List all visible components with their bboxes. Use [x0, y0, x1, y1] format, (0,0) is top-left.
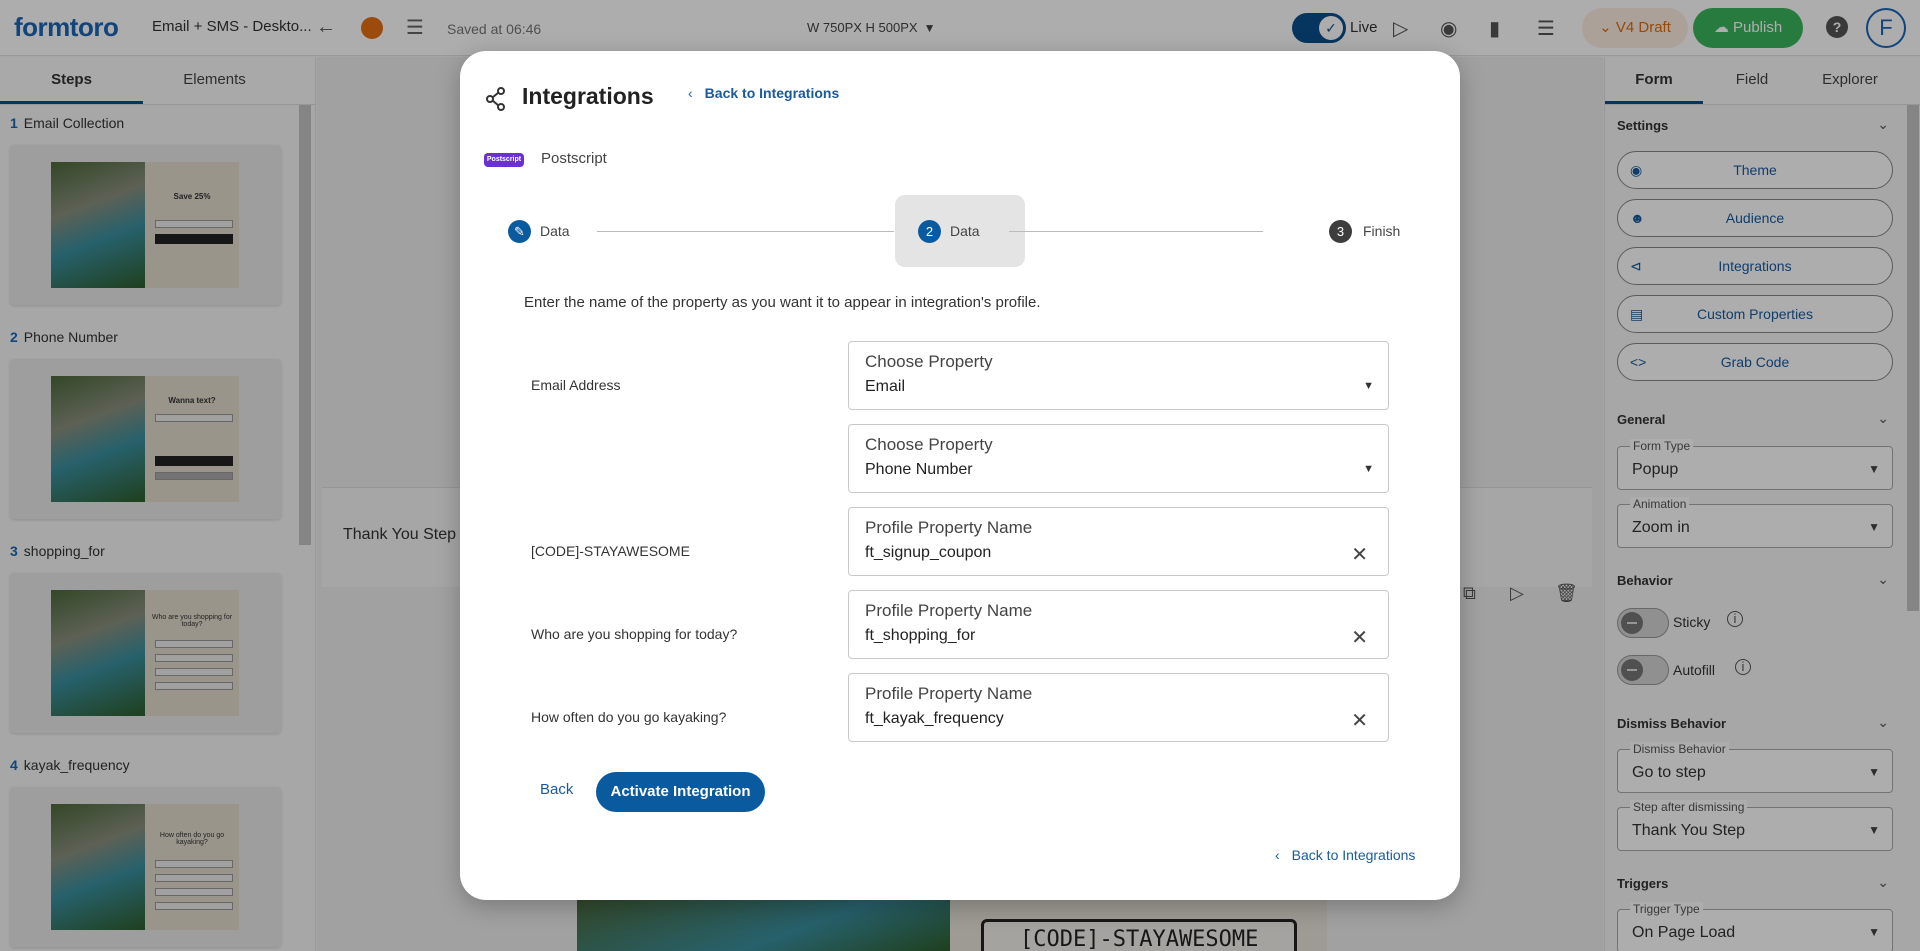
link-label: Back to Integrations — [1291, 847, 1416, 863]
field-label: Profile Property Name — [865, 684, 1033, 703]
email-address-label: Email Address — [531, 377, 621, 393]
step-2-number[interactable]: 2 — [918, 220, 941, 243]
clear-icon[interactable]: ✕ — [1351, 625, 1368, 650]
chevron-left-icon: ‹ — [688, 85, 693, 101]
caret-down-icon: ▼ — [1363, 463, 1374, 475]
field-value: ft_kayak_frequency — [865, 710, 1004, 727]
field-value: ft_shopping_for — [865, 627, 976, 644]
coupon-code-label: [CODE]-STAYAWESOME — [531, 543, 690, 559]
share-icon — [486, 87, 505, 111]
coupon-property-input[interactable]: Profile Property Name ft_signup_coupon ✕ — [848, 507, 1389, 576]
clear-icon[interactable]: ✕ — [1351, 708, 1368, 733]
kayak-frequency-label: How often do you go kayaking? — [531, 709, 727, 725]
link-label: Back to Integrations — [704, 85, 840, 101]
activate-integration-button[interactable]: Activate Integration — [596, 772, 765, 812]
field-label: Profile Property Name — [865, 601, 1033, 620]
field-label: Choose Property — [865, 352, 993, 371]
step-3-label[interactable]: Finish — [1363, 223, 1400, 239]
kayak-frequency-property-input[interactable]: Profile Property Name ft_kayak_frequency… — [848, 673, 1389, 742]
field-label: Choose Property — [865, 435, 993, 454]
step-2-label[interactable]: Data — [950, 223, 980, 239]
edit-pencil-icon[interactable]: ✎ — [508, 220, 531, 243]
field-value: ft_signup_coupon — [865, 544, 992, 561]
integration-stepper: ✎ Data 2 Data 3 Finish — [460, 195, 1460, 267]
field-value: Email — [865, 378, 906, 395]
postscript-logo: Postscript — [484, 153, 524, 167]
chevron-left-icon: ‹ — [1275, 847, 1280, 863]
step-1-label[interactable]: Data — [540, 223, 570, 239]
back-to-integrations-link-bottom[interactable]: ‹ Back to Integrations — [1275, 847, 1415, 863]
modal-title: Integrations — [522, 83, 654, 109]
shopping-for-property-input[interactable]: Profile Property Name ft_shopping_for ✕ — [848, 590, 1389, 659]
shopping-for-label: Who are you shopping for today? — [531, 626, 738, 642]
integrations-modal: Integrations ‹ Back to Integrations Posts… — [460, 51, 1460, 900]
step-3-number[interactable]: 3 — [1329, 220, 1352, 243]
back-button[interactable]: Back — [540, 781, 573, 798]
field-value: Phone Number — [865, 461, 973, 478]
phone-property-select[interactable]: Choose Property Phone Number ▼ — [848, 424, 1389, 493]
stepper-connector — [597, 231, 894, 232]
email-property-select[interactable]: Choose Property Email ▼ — [848, 341, 1389, 410]
integration-name: Postscript — [541, 150, 607, 167]
caret-down-icon: ▼ — [1363, 380, 1374, 392]
stepper-connector — [1009, 231, 1263, 232]
clear-icon[interactable]: ✕ — [1351, 542, 1368, 567]
back-to-integrations-link[interactable]: ‹ Back to Integrations — [688, 85, 839, 101]
mapping-description: Enter the name of the property as you wa… — [524, 294, 1041, 311]
field-label: Profile Property Name — [865, 518, 1033, 537]
